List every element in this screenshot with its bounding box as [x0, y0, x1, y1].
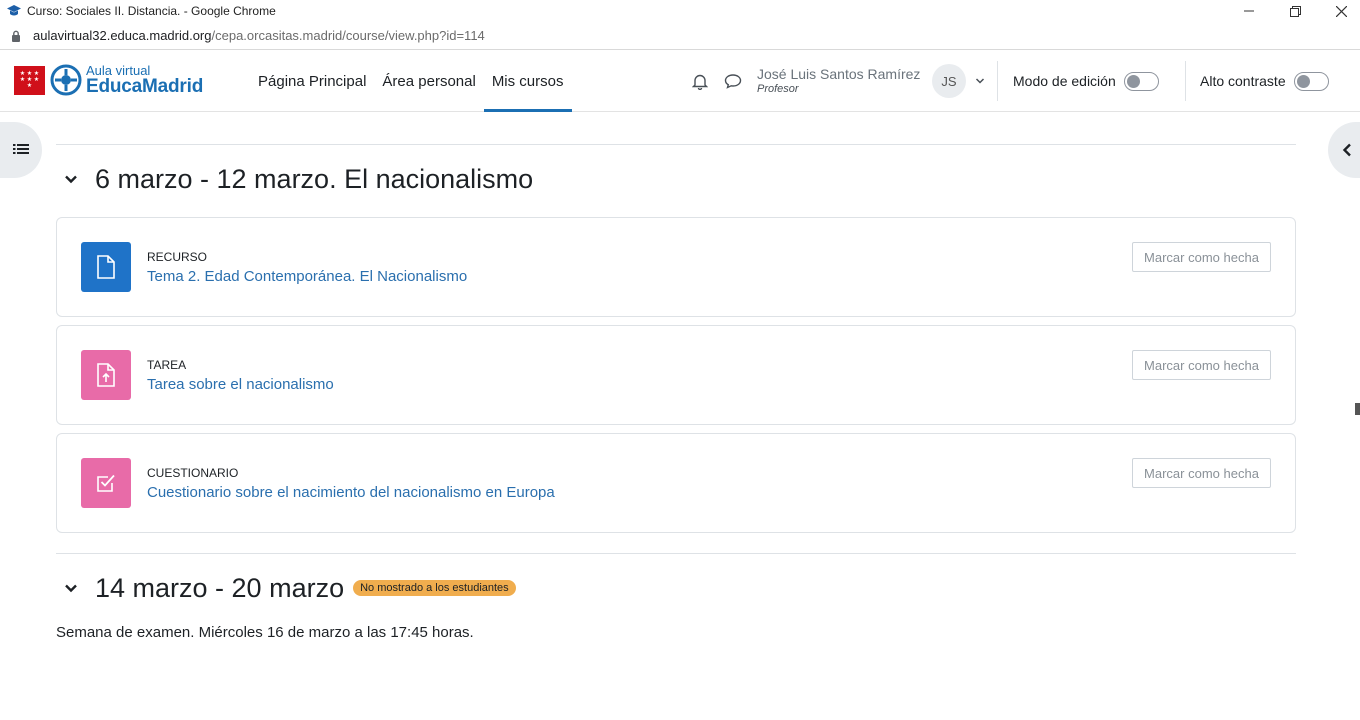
bell-icon	[692, 74, 708, 90]
edit-mode-switch[interactable]	[1123, 71, 1159, 91]
activity-link[interactable]: Tarea sobre el nacionalismo	[147, 376, 334, 393]
chevron-left-icon	[1342, 143, 1351, 157]
file-icon	[97, 255, 115, 279]
chevron-down-icon	[975, 78, 985, 84]
navbar-divider	[1185, 61, 1186, 101]
high-contrast-switch[interactable]	[1293, 71, 1329, 91]
scrollbar-thumb[interactable]	[1355, 403, 1360, 415]
educamadrid-emblem-icon	[50, 64, 82, 96]
section-header: 6 marzo - 12 marzo. El nacionalismo	[64, 163, 533, 195]
activity-card: RECURSO Tema 2. Edad Contemporánea. El N…	[56, 217, 1296, 317]
primary-navigation: Página Principal Área personal Mis curso…	[250, 50, 572, 112]
chevron-down-icon[interactable]	[64, 581, 78, 595]
user-role: Profesor	[757, 83, 799, 95]
lock-icon	[12, 30, 20, 42]
upload-file-icon	[97, 363, 115, 387]
messages-button[interactable]	[724, 50, 742, 112]
high-contrast-toggle[interactable]: Alto contraste	[1200, 50, 1329, 112]
activity-link[interactable]: Cuestionario sobre el nacimiento del nac…	[147, 484, 555, 501]
mark-done-button[interactable]: Marcar como hecha	[1132, 242, 1271, 272]
notifications-button[interactable]	[692, 50, 708, 112]
activity-icon-box	[81, 242, 131, 292]
activity-link[interactable]: Tema 2. Edad Contemporánea. El Nacionali…	[147, 268, 467, 285]
user-menu-toggle[interactable]: JS	[932, 50, 985, 112]
section-title[interactable]: 6 marzo - 12 marzo. El nacionalismo	[95, 164, 533, 195]
section-divider	[56, 144, 1296, 145]
section-title[interactable]: 14 marzo - 20 marzo	[95, 573, 344, 604]
hidden-from-students-badge: No mostrado a los estudiantes	[353, 580, 516, 596]
url-domain: aulavirtual32.educa.madrid.org	[33, 28, 212, 43]
url-path: /cepa.orcasitas.madrid/course/view.php?i…	[211, 28, 485, 43]
block-drawer-button[interactable]	[1328, 122, 1360, 178]
user-info[interactable]: José Luis Santos Ramírez Profesor	[757, 50, 920, 112]
activity-card: CUESTIONARIO Cuestionario sobre el nacim…	[56, 433, 1296, 533]
list-icon	[13, 144, 29, 154]
minimize-button[interactable]	[1226, 0, 1272, 22]
course-index-drawer-button[interactable]	[0, 122, 42, 178]
high-contrast-label: Alto contraste	[1200, 73, 1286, 89]
brand-line-2: EducaMadrid	[86, 76, 204, 97]
minimize-icon	[1244, 10, 1254, 12]
section-divider	[56, 553, 1296, 554]
close-window-button[interactable]	[1318, 0, 1360, 22]
chevron-down-icon[interactable]	[64, 172, 78, 186]
site-navbar: ★ ★ ★ ★ ★ ★ ★ Aula virtual EducaMadrid Página…	[0, 50, 1360, 112]
user-name: José Luis Santos Ramírez	[757, 66, 921, 82]
section-summary: Semana de examen. Miércoles 16 de marzo …	[56, 624, 474, 641]
activity-icon-box	[81, 458, 131, 508]
activity-icon-box	[81, 350, 131, 400]
madrid-flag-logo: ★ ★ ★ ★ ★ ★ ★	[14, 65, 45, 95]
restore-icon	[1289, 5, 1301, 17]
educamadrid-brand: Aula virtual EducaMadrid	[50, 64, 203, 96]
nav-link-my-courses[interactable]: Mis cursos	[483, 50, 572, 112]
site-logo[interactable]: ★ ★ ★ ★ ★ ★ ★ Aula virtual EducaMadrid	[14, 64, 203, 96]
edit-mode-toggle[interactable]: Modo de edición	[1013, 50, 1159, 112]
graduation-cap-icon	[7, 5, 21, 16]
checkbox-icon	[97, 474, 115, 492]
navbar-divider	[997, 61, 998, 101]
address-bar[interactable]: aulavirtual32.educa.madrid.org/cepa.orca…	[0, 22, 1360, 50]
activity-type: RECURSO	[147, 250, 208, 264]
browser-titlebar: Curso: Sociales II. Distancia. - Google …	[0, 0, 1360, 22]
section-header: 14 marzo - 20 marzo No mostrado a los es…	[64, 572, 516, 604]
close-icon	[1335, 5, 1347, 17]
nav-link-home[interactable]: Página Principal	[250, 50, 374, 112]
activity-type: TAREA	[147, 358, 187, 372]
chat-bubble-icon	[724, 74, 742, 89]
nav-link-dashboard[interactable]: Área personal	[374, 50, 483, 112]
window-title: Curso: Sociales II. Distancia. - Google …	[27, 4, 276, 18]
restore-button[interactable]	[1272, 0, 1318, 22]
activity-card: TAREA Tarea sobre el nacionalismo Marcar…	[56, 325, 1296, 425]
mark-done-button[interactable]: Marcar como hecha	[1132, 458, 1271, 488]
activity-type: CUESTIONARIO	[147, 466, 239, 480]
edit-mode-label: Modo de edición	[1013, 73, 1116, 89]
url-text[interactable]: aulavirtual32.educa.madrid.org/cepa.orca…	[33, 28, 485, 43]
avatar: JS	[932, 64, 966, 98]
mark-done-button[interactable]: Marcar como hecha	[1132, 350, 1271, 380]
